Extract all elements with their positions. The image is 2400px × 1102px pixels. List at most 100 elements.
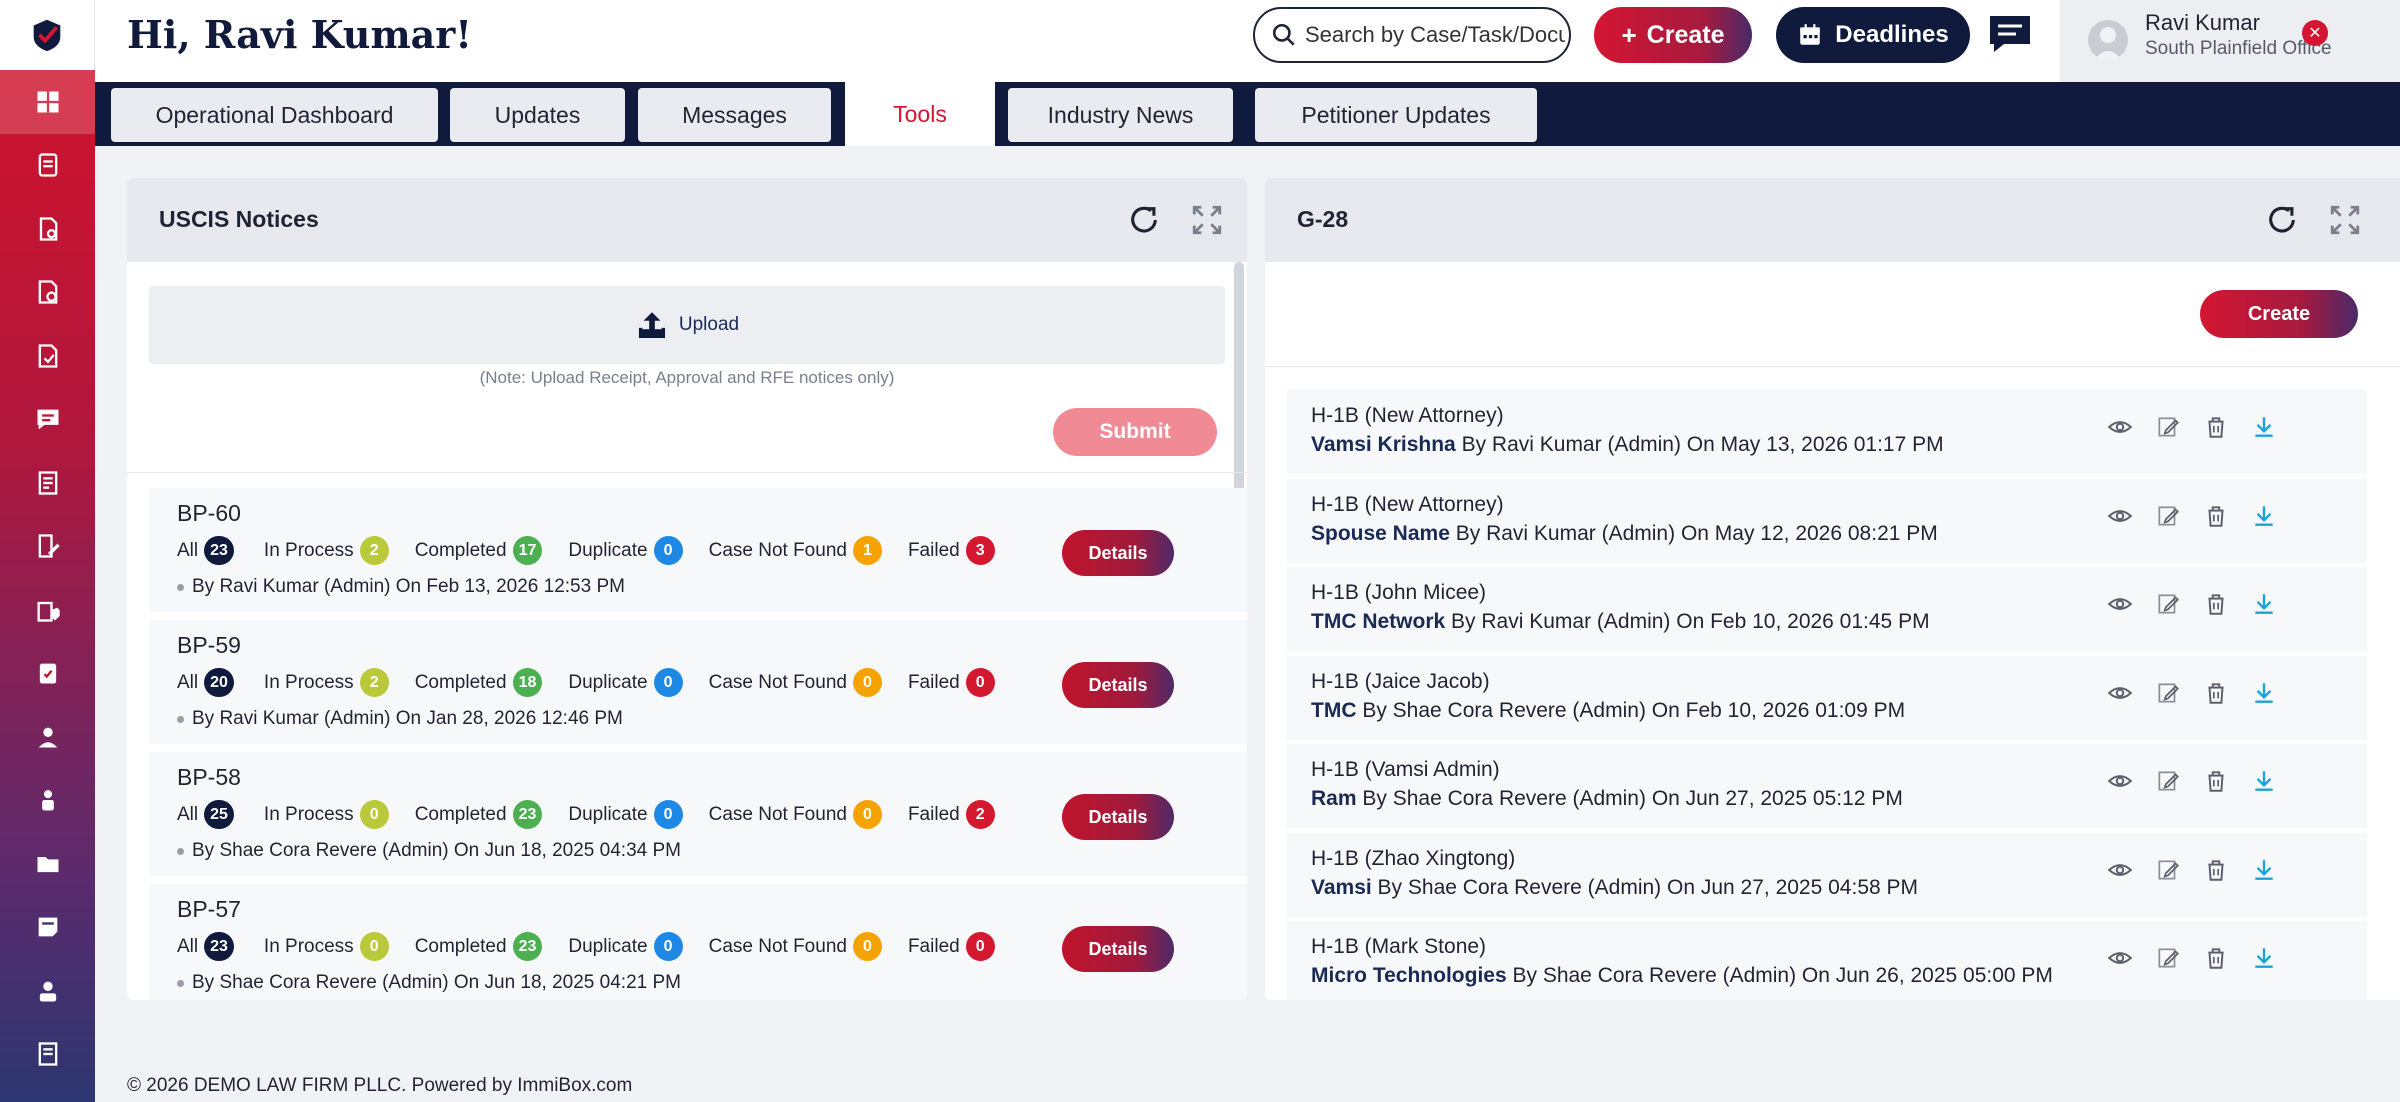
notification-badge-icon[interactable]: ✕ [2302,20,2328,46]
g28-created-by: By Shae Cora Revere (Admin) On Jun 26, 2… [1506,964,2053,987]
sidebar-item-ledger[interactable] [0,1023,95,1087]
details-button[interactable]: Details [1062,926,1174,972]
stat-label-failed: Failed [907,539,960,561]
submit-button[interactable]: Submit [1053,408,1217,456]
trash-icon[interactable] [2203,591,2229,617]
sidebar-item-edit[interactable] [0,515,95,579]
g28-created-by: By Ravi Kumar (Admin) On May 12, 2026 08… [1449,521,1938,545]
view-icon[interactable] [2107,857,2133,883]
stat-label-in-process: In Process [263,803,354,825]
building-shield-icon [37,601,60,622]
messages-icon[interactable] [1988,14,2032,54]
refresh-icon[interactable] [1127,203,1161,237]
notice-uploader: By Shae Cora Revere (Admin) On Jun 18, 2… [177,972,681,994]
tab-operational-dashboard[interactable]: Operational Dashboard [111,88,438,142]
sidebar-item-tasks[interactable] [0,642,95,706]
create-button-label: Create [1646,20,1725,49]
list-item: H-1B (Vamsi Admin) Ram By Shae Cora Reve… [1287,744,2367,828]
g28-beneficiary-name[interactable]: Spouse Name [1311,522,1450,545]
count-badge-in-process: 0 [359,932,389,961]
edit-icon[interactable] [2155,414,2181,440]
view-icon[interactable] [2107,680,2133,706]
g28-create-button[interactable]: Create [2200,290,2358,338]
download-icon[interactable] [2251,768,2277,794]
bullet-icon [177,979,184,987]
download-icon[interactable] [2251,591,2277,617]
tabs-bar: Operational Dashboard Updates Messages T… [95,82,2400,146]
g28-beneficiary-name[interactable]: Vamsi Krishna [1311,433,1456,456]
user-menu[interactable]: Ravi Kumar South Plainfield Office [2060,0,2400,82]
sidebar-item-contacts[interactable] [0,769,95,833]
sidebar-item-reports[interactable] [0,451,95,515]
edit-icon[interactable] [2155,503,2181,529]
view-icon[interactable] [2107,768,2133,794]
refresh-icon[interactable] [2265,203,2299,237]
search-box[interactable] [1253,7,1571,63]
tab-petitioner-updates[interactable]: Petitioner Updates [1255,88,1537,142]
search-input[interactable] [1305,22,1565,48]
stat-label-failed: Failed [907,935,960,957]
download-icon[interactable] [2251,414,2277,440]
sidebar-item-dashboard[interactable] [0,70,95,134]
deadlines-button[interactable]: Deadlines [1776,7,1970,63]
sidebar-item-timeline[interactable] [0,261,95,325]
download-icon[interactable] [2251,503,2277,529]
sidebar-item-clients[interactable] [0,959,95,1023]
details-button[interactable]: Details [1062,662,1174,708]
trash-icon[interactable] [2203,503,2229,529]
edit-icon[interactable] [2155,680,2181,706]
sidebar-item-cases[interactable] [0,134,95,198]
edit-icon[interactable] [2155,768,2181,794]
tab-messages[interactable]: Messages [638,88,831,142]
stat-label-duplicate: Duplicate [568,671,648,693]
view-icon[interactable] [2107,945,2133,971]
edit-icon[interactable] [2155,857,2181,883]
expand-icon[interactable] [1190,203,1224,237]
sidebar [0,0,95,1102]
g28-beneficiary-name[interactable]: TMC Network [1311,610,1445,633]
g28-beneficiary-name[interactable]: TMC [1311,699,1357,722]
trash-icon[interactable] [2203,768,2229,794]
details-button[interactable]: Details [1062,794,1174,840]
notice-uploader: By Shae Cora Revere (Admin) On Jun 18, 2… [177,840,681,862]
download-icon[interactable] [2251,857,2277,883]
view-icon[interactable] [2107,503,2133,529]
tab-updates[interactable]: Updates [450,88,625,142]
g28-created-by: By Shae Cora Revere (Admin) On Jun 27, 2… [1356,787,1903,810]
sidebar-item-compliance[interactable] [0,578,95,642]
sidebar-item-user[interactable] [0,705,95,769]
sidebar-item-notes[interactable] [0,896,95,960]
trash-icon[interactable] [2203,414,2229,440]
create-button[interactable]: + Create [1594,7,1752,63]
sidebar-item-folders[interactable] [0,832,95,896]
tab-tools[interactable]: Tools [845,82,995,146]
row-actions [2107,768,2277,794]
download-icon[interactable] [2251,680,2277,706]
trash-icon[interactable] [2203,945,2229,971]
chat-icon [37,409,58,430]
list-item: BP-60 All 23 In Process 2 Completed 17 D… [149,488,1247,612]
g28-beneficiary-name[interactable]: Micro Technologies [1311,964,1507,987]
notice-stats: All 20 In Process 2 Completed 18 Duplica… [177,668,995,697]
list-item: BP-57 All 23 In Process 0 Completed 23 D… [149,884,1247,1000]
logo-icon [33,19,61,52]
expand-icon[interactable] [2328,203,2362,237]
edit-icon[interactable] [2155,591,2181,617]
view-icon[interactable] [2107,591,2133,617]
details-button[interactable]: Details [1062,530,1174,576]
g28-beneficiary-name[interactable]: Ram [1311,787,1357,810]
view-icon[interactable] [2107,414,2133,440]
folder-icon [37,856,58,872]
sidebar-item-forms[interactable] [0,324,95,388]
row-actions [2107,591,2277,617]
trash-icon[interactable] [2203,680,2229,706]
sidebar-item-documents[interactable] [0,197,95,261]
tab-industry-news[interactable]: Industry News [1008,88,1233,142]
app-logo[interactable] [0,0,95,70]
sidebar-item-messages[interactable] [0,388,95,452]
download-icon[interactable] [2251,945,2277,971]
g28-beneficiary-name[interactable]: Vamsi [1311,876,1372,899]
trash-icon[interactable] [2203,857,2229,883]
upload-button[interactable]: Upload [149,286,1225,364]
edit-icon[interactable] [2155,945,2181,971]
